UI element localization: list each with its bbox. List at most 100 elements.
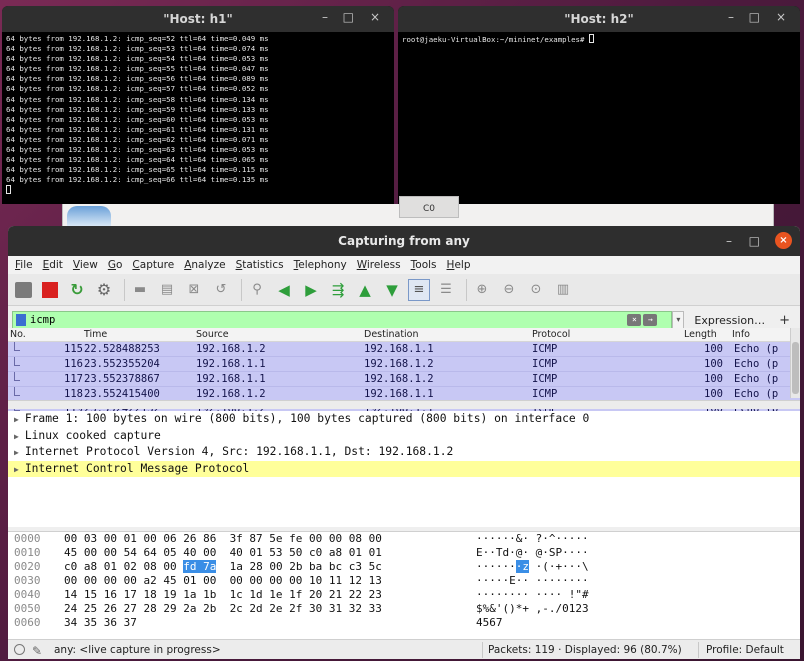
menu-wireless[interactable]: Wireless: [357, 259, 401, 271]
detail-frame[interactable]: ▶ Frame 1: 100 bytes on wire (800 bits), …: [8, 411, 800, 428]
column-info[interactable]: Info: [732, 329, 750, 340]
column-protocol[interactable]: Protocol: [532, 329, 570, 340]
packet-bytes[interactable]: 0000 00 03 00 01 00 06 26 86 3f 87 5e fe …: [8, 531, 800, 641]
open-file-button[interactable]: ▬: [129, 279, 151, 301]
column-source[interactable]: Source: [196, 329, 229, 340]
expand-arrow-icon[interactable]: ▶: [14, 432, 19, 441]
stop-capture-button[interactable]: [39, 279, 61, 301]
close-button[interactable]: ×: [776, 10, 786, 24]
packet-row[interactable]: 117 23.552378867 192.168.1.1 192.168.1.2 ICM…: [8, 372, 800, 387]
close-file-button[interactable]: ⊠: [183, 279, 205, 301]
maximize-button[interactable]: □: [749, 234, 760, 248]
ascii-highlight[interactable]: ·z: [515, 560, 529, 573]
bookmark-icon[interactable]: [16, 314, 26, 326]
column-length[interactable]: Length: [684, 329, 717, 340]
resize-columns-button[interactable]: ▥: [552, 279, 574, 301]
ascii-bytes[interactable]: ········ ···· !"#: [476, 588, 589, 602]
add-filter-button[interactable]: +: [779, 313, 790, 328]
expand-arrow-icon[interactable]: ▶: [14, 448, 19, 457]
start-capture-button[interactable]: [12, 279, 34, 301]
terminal-h1-titlebar[interactable]: "Host: h1" – □ ×: [2, 6, 394, 32]
edit-comment-icon[interactable]: ✎: [32, 644, 42, 658]
minimize-button[interactable]: –: [726, 234, 732, 248]
packet-list-hscrollbar[interactable]: [8, 400, 800, 409]
menu-tools[interactable]: Tools: [411, 259, 437, 271]
go-forward-button[interactable]: ▶: [300, 279, 322, 301]
filter-history-dropdown[interactable]: ▾: [672, 311, 685, 329]
menu-file[interactable]: File: [15, 259, 33, 271]
terminal-h2-output[interactable]: root@jaeku-VirtualBox:~/mininet/examples…: [398, 32, 800, 47]
save-file-button[interactable]: ▤: [156, 279, 178, 301]
ascii-bytes[interactable]: $%&'()*+ ,-./0123: [476, 602, 589, 616]
clear-filter-button[interactable]: ×: [627, 314, 642, 326]
go-to-packet-button[interactable]: ⇶: [327, 279, 349, 301]
expand-arrow-icon[interactable]: ▶: [14, 465, 19, 474]
colorize-button[interactable]: ☰: [435, 279, 457, 301]
background-window[interactable]: C0: [62, 196, 774, 226]
go-back-button[interactable]: ◀: [273, 279, 295, 301]
minimize-button[interactable]: –: [728, 10, 734, 24]
detail-linux-cooked[interactable]: ▶ Linux cooked capture: [8, 428, 800, 445]
packet-row[interactable]: 116 23.552355204 192.168.1.1 192.168.1.2 ICM…: [8, 357, 800, 372]
apply-filter-button[interactable]: →: [643, 314, 658, 326]
maximize-button[interactable]: □: [343, 10, 354, 24]
packet-details[interactable]: ▶ Frame 1: 100 bytes on wire (800 bits), …: [8, 411, 800, 527]
profile-label[interactable]: Profile: Default: [706, 644, 784, 656]
find-packet-button[interactable]: ⚲: [246, 279, 268, 301]
ascii-bytes[interactable]: ·······z ·(·+···\: [476, 560, 589, 574]
first-packet-button[interactable]: ▲: [354, 279, 376, 301]
minimize-button[interactable]: –: [322, 10, 328, 24]
scrollbar-thumb[interactable]: [792, 342, 799, 394]
hex-bytes[interactable]: 00 00 00 00 a2 45 01 00 00 00 00 00 10 1…: [64, 574, 382, 588]
menu-edit[interactable]: Edit: [43, 259, 63, 271]
menu-view[interactable]: View: [73, 259, 98, 271]
close-button[interactable]: ×: [370, 10, 380, 24]
hex-bytes[interactable]: 00 03 00 01 00 06 26 86 3f 87 5e fe 00 0…: [64, 532, 382, 546]
column-destination[interactable]: Destination: [364, 329, 419, 340]
autoscroll-button[interactable]: ≡: [408, 278, 430, 301]
restart-capture-button[interactable]: ↻: [66, 279, 88, 301]
zoom-in-button[interactable]: ⊕: [471, 279, 493, 301]
hex-bytes[interactable]: 34 35 36 37: [64, 616, 137, 630]
display-filter-input[interactable]: icmp × →: [12, 311, 673, 329]
maximize-button[interactable]: □: [749, 10, 760, 24]
terminal-window-h1[interactable]: "Host: h1" – □ × 64 bytes from 192.168.1…: [2, 6, 394, 204]
hex-bytes[interactable]: c0 a8 01 02 08 00 fd 7a 1a 28 00 2b ba b…: [64, 560, 382, 574]
detail-icmp[interactable]: ▶ Internet Control Message Protocol: [8, 460, 800, 477]
column-time[interactable]: Time: [84, 329, 107, 340]
expression-button[interactable]: Expression…: [694, 314, 765, 327]
detail-ipv4[interactable]: ▶ Internet Protocol Version 4, Src: 192.1…: [8, 444, 800, 461]
ascii-bytes[interactable]: 4567: [476, 616, 503, 630]
expand-arrow-icon[interactable]: ▶: [14, 415, 19, 424]
packet-list[interactable]: No. Time Source Destination Protocol Len…: [8, 328, 800, 417]
menu-capture[interactable]: Capture: [132, 259, 174, 271]
packet-list-scrollbar[interactable]: [790, 328, 800, 398]
background-tab[interactable]: C0: [399, 196, 459, 218]
normal-size-button[interactable]: ⊙: [525, 279, 547, 301]
menu-help[interactable]: Help: [447, 259, 471, 271]
hex-bytes-highlight[interactable]: fd 7a: [183, 560, 217, 573]
last-packet-button[interactable]: ▼: [381, 279, 403, 301]
ascii-bytes[interactable]: ······&· ?·^·····: [476, 532, 589, 546]
ascii-bytes[interactable]: ·····E·· ········: [476, 574, 589, 588]
terminal-h2-titlebar[interactable]: "Host: h2" – □ ×: [398, 6, 800, 32]
menu-statistics[interactable]: Statistics: [236, 259, 284, 271]
menu-telephony[interactable]: Telephony: [294, 259, 347, 271]
menu-go[interactable]: Go: [108, 259, 123, 271]
ascii-bytes[interactable]: E··Td·@· @·SP····: [476, 546, 589, 560]
zoom-out-button[interactable]: ⊖: [498, 279, 520, 301]
hex-bytes[interactable]: 45 00 00 54 64 05 40 00 40 01 53 50 c0 a…: [64, 546, 382, 560]
capture-status-icon[interactable]: [14, 644, 25, 655]
capture-options-button[interactable]: ⚙: [93, 279, 115, 301]
packet-row[interactable]: 115 22.528488253 192.168.1.2 192.168.1.1 ICM…: [8, 342, 800, 357]
terminal-window-h2[interactable]: "Host: h2" – □ × root@jaeku-VirtualBox:~…: [398, 6, 800, 204]
terminal-h1-output[interactable]: 64 bytes from 192.168.1.2: icmp_seq=52 t…: [2, 32, 394, 199]
hex-bytes[interactable]: 24 25 26 27 28 29 2a 2b 2c 2d 2e 2f 30 3…: [64, 602, 382, 616]
wireshark-window[interactable]: Capturing from any – □ × File Edit View …: [8, 226, 800, 659]
column-no[interactable]: No.: [10, 329, 26, 340]
wireshark-titlebar[interactable]: Capturing from any – □ ×: [8, 226, 800, 256]
hex-bytes[interactable]: 14 15 16 17 18 19 1a 1b 1c 1d 1e 1f 20 2…: [64, 588, 382, 602]
reload-file-button[interactable]: ↺: [210, 279, 232, 301]
menu-analyze[interactable]: Analyze: [184, 259, 225, 271]
close-button[interactable]: ×: [775, 232, 792, 249]
